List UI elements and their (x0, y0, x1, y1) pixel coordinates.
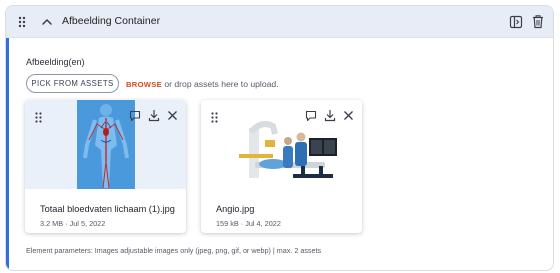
pick-from-assets-button[interactable]: PICK FROM ASSETS (26, 74, 119, 93)
asset-card[interactable]: Angio.jpg 159 kB · Jul 4, 2022 (201, 100, 362, 233)
asset-filename: Angio.jpg (216, 204, 255, 214)
angiography-room-image (201, 100, 362, 189)
drag-handle-icon[interactable] (211, 112, 218, 123)
chevron-up-icon[interactable] (40, 15, 54, 29)
field-label: Afbeelding(en) (26, 57, 85, 67)
asset-thumbnail[interactable] (201, 100, 362, 189)
image-container-panel: Afbeelding Container Afbeelding(en) PICK… (5, 5, 554, 271)
panel-accent-bar (6, 38, 9, 270)
trash-icon[interactable] (531, 14, 545, 29)
preview-icon[interactable] (509, 15, 523, 29)
asset-filename: Totaal bloedvaten lichaam (1).jpg (40, 204, 175, 214)
panel-header[interactable]: Afbeelding Container (6, 6, 553, 38)
element-parameters-note: Element parameters: Images adjustable im… (26, 246, 322, 255)
drop-hint-text: or drop assets here to upload. (164, 79, 279, 89)
asset-card[interactable]: Totaal bloedvaten lichaam (1).jpg 3.2 MB… (25, 100, 186, 233)
asset-meta: 159 kB · Jul 4, 2022 (216, 219, 281, 228)
drag-handle-icon[interactable] (35, 112, 42, 123)
circulatory-system-image (25, 100, 186, 189)
panel-title: Afbeelding Container (62, 15, 161, 27)
download-icon[interactable] (324, 109, 336, 122)
asset-meta: 3.2 MB · Jul 5, 2022 (40, 219, 106, 228)
comment-icon[interactable] (129, 110, 141, 122)
upload-hint: BROWSE or drop assets here to upload. (126, 79, 279, 89)
comment-icon[interactable] (305, 110, 317, 122)
browse-link[interactable]: BROWSE (126, 80, 162, 89)
drag-handle-icon[interactable] (18, 16, 26, 28)
asset-thumbnail[interactable] (25, 100, 186, 189)
close-icon[interactable] (343, 110, 354, 121)
close-icon[interactable] (167, 110, 178, 121)
download-icon[interactable] (148, 109, 160, 122)
